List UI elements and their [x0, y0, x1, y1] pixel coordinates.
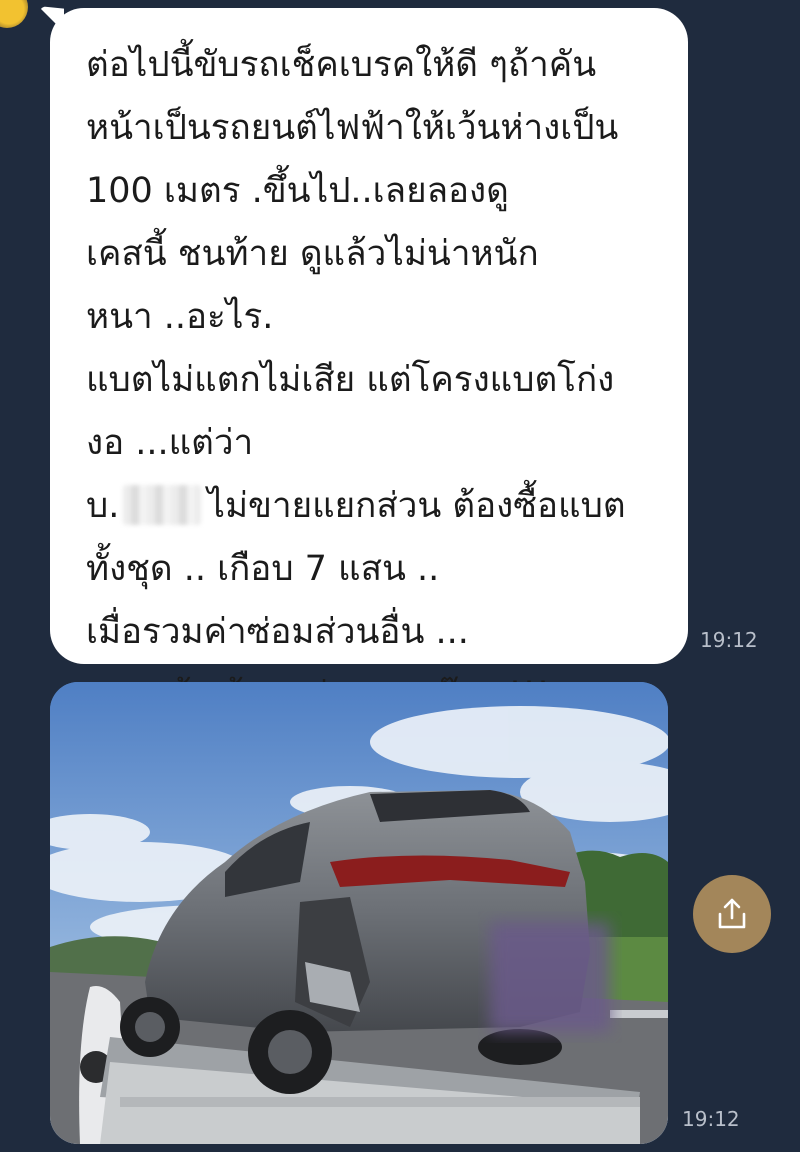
message-line-with-redaction: บ. ไม่ขายแยกส่วน ต้องซื้อแบต — [86, 475, 668, 538]
message-line: หน้าเป็นรถยนต์ไฟฟ้าให้เว้นห่างเป็น — [86, 108, 619, 148]
message-line: ต่อไปนี้ขับรถเช็คเบรคให้ดี ๆถ้าคัน — [86, 45, 597, 85]
message-timestamp: 19:12 — [700, 628, 758, 652]
photo-message[interactable] — [50, 682, 668, 1144]
share-icon — [718, 898, 746, 929]
message-fragment: ไม่ขายแยกส่วน ต้องซื้อแบต — [207, 486, 626, 526]
chat-screen: ต่อไปนี้ขับรถเช็คเบรคให้ดี ๆถ้าคัน หน้าเ… — [0, 0, 800, 1152]
share-button[interactable] — [693, 875, 771, 953]
redacted-brand-blur — [123, 485, 202, 525]
sender-avatar[interactable] — [0, 0, 28, 28]
text-message-bubble[interactable]: ต่อไปนี้ขับรถเช็คเบรคให้ดี ๆถ้าคัน หน้าเ… — [50, 8, 688, 715]
photo-timestamp: 19:12 — [682, 1107, 740, 1131]
message-line: งอ ...แต่ว่า — [86, 423, 254, 463]
message-line: หนา ..อะไร. — [86, 297, 274, 337]
message-line: เมื่อรวมค่าซ่อมส่วนอื่น ... — [86, 612, 469, 652]
message-line: ทั้งชุด .. เกือบ 7 แสน .. — [86, 549, 440, 589]
message-fragment: บ. — [86, 486, 120, 526]
message-line: เคสนี้ ชนท้าย ดูแล้วไม่น่าหนัก — [86, 234, 539, 274]
message-line: แบตไม่แตกไม่เสีย แต่โครงแบตโก่ง — [86, 360, 615, 400]
damaged-car-photo — [50, 682, 668, 1144]
message-line: 100 เมตร .ขึ้นไป..เลยลองดู — [86, 171, 509, 211]
